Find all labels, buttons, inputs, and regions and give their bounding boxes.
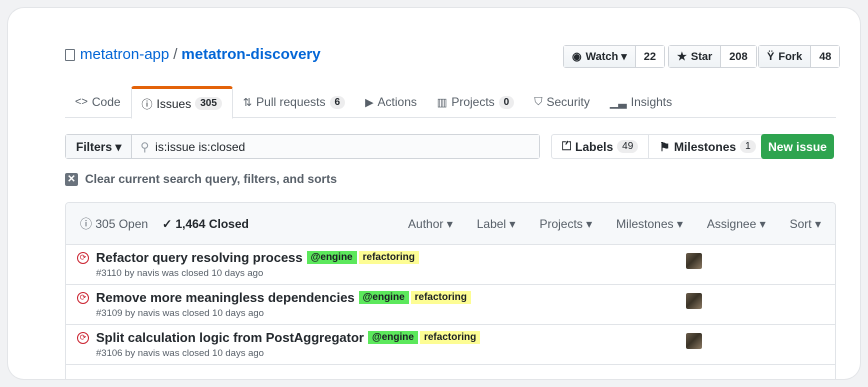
issues-list-header: ⓘ 305 Open ✓ 1,464 Closed Author ▾ Label… [66, 203, 835, 245]
closed-issue-icon: ⟳ [77, 332, 89, 344]
tab-projects[interactable]: ▥ Projects 0 [427, 86, 524, 118]
graph-icon: ▁▃ [609, 96, 627, 109]
pull-request-icon: ⇅ [242, 96, 253, 109]
avatar[interactable] [686, 333, 702, 349]
tag-icon: ⏍ [562, 139, 572, 153]
issue-title[interactable]: Remove more meaningless dependencies [96, 290, 355, 305]
issue-meta: #3110 by navis was closed 10 days ago [96, 268, 264, 279]
repo-header: metatron-app / metatron-discovery [65, 46, 321, 63]
issue-row[interactable]: ⟳ Refactor query resolving process @engin… [66, 245, 835, 285]
milestones-button[interactable]: ⚑ Milestones 1 [649, 135, 765, 158]
star-button[interactable]: ★ Star 208 [668, 45, 757, 68]
sort-filters: Author ▾ Label ▾ Projects ▾ Milestones ▾… [408, 217, 821, 231]
issue-row[interactable]: ⟳ Remove more meaningless dependencies @e… [66, 285, 835, 325]
watch-button[interactable]: ◉ Watch ▾ 22 [563, 45, 666, 68]
author-filter[interactable]: Author ▾ [408, 217, 453, 231]
issue-row[interactable]: ⟳ Split calculation logic from PostAggre… [66, 325, 835, 365]
issue-meta: #3109 by navis was closed 10 days ago [96, 308, 264, 319]
repo-separator: / [173, 46, 178, 63]
fork-button[interactable]: Ÿ Fork 48 [758, 45, 841, 68]
filter-bar: Filters ▾ ⚲ is:issue is:closed [65, 134, 540, 159]
engine-label[interactable]: @engine [358, 291, 409, 304]
issue-icon: ⓘ [141, 98, 153, 111]
tab-pull-requests[interactable]: ⇅ Pull requests 6 [233, 86, 355, 118]
repo-owner-link[interactable]: metatron-app [80, 46, 169, 63]
tab-actions[interactable]: ▶ Actions [355, 86, 427, 118]
repo-card: metatron-app / metatron-discovery ◉ Watch… [8, 8, 860, 379]
repo-nav-tabs: <> Code ⓘ Issues 305 ⇅ Pull requests 6 ▶ Actio… [65, 86, 836, 119]
eye-icon: ◉ [572, 51, 582, 63]
engine-label[interactable]: @engine [306, 251, 357, 264]
shield-icon: ⛉ [534, 95, 543, 108]
labels-button[interactable]: ⏍ Labels 49 [552, 135, 650, 158]
avatar[interactable] [686, 253, 702, 269]
tab-issues[interactable]: ⓘ Issues 305 [130, 86, 233, 119]
issue-title[interactable]: Split calculation logic from PostAggrega… [96, 330, 364, 345]
milestone-icon: ⚑ [659, 139, 671, 154]
refactoring-label[interactable]: refactoring [410, 291, 471, 304]
search-icon: ⚲ [140, 139, 150, 154]
label-filter[interactable]: Label ▾ [477, 217, 516, 231]
fork-count[interactable]: 48 [811, 46, 840, 67]
issues-count: 305 [195, 97, 222, 110]
tab-code[interactable]: <> Code [65, 86, 131, 118]
code-icon: <> [75, 96, 88, 108]
repo-name-link[interactable]: metatron-discovery [181, 46, 320, 63]
play-icon: ▶ [365, 96, 374, 109]
search-input[interactable]: ⚲ is:issue is:closed [132, 135, 539, 158]
star-icon: ★ [677, 51, 687, 63]
search-query: is:issue is:closed [155, 139, 246, 154]
sort-dropdown[interactable]: Sort ▾ [790, 217, 821, 231]
pull-requests-count: 6 [329, 95, 346, 109]
refactoring-label[interactable]: refactoring [358, 251, 419, 264]
clear-filters-link[interactable]: ✕ Clear current search query, filters, a… [65, 172, 337, 186]
tab-insights[interactable]: ▁▃ Insights [600, 86, 682, 118]
open-issues-link[interactable]: ⓘ 305 Open [80, 215, 148, 232]
issues-list: ⓘ 305 Open ✓ 1,464 Closed Author ▾ Label… [65, 202, 836, 379]
filters-dropdown[interactable]: Filters ▾ [66, 135, 133, 158]
project-icon: ▥ [436, 96, 448, 109]
milestones-filter[interactable]: Milestones ▾ [616, 217, 683, 231]
labels-milestones-group: ⏍ Labels 49 ⚑ Milestones 1 [551, 134, 767, 159]
star-count[interactable]: 208 [721, 46, 756, 67]
check-icon: ✓ [162, 216, 176, 231]
projects-filter[interactable]: Projects ▾ [539, 217, 592, 231]
repo-icon [65, 48, 75, 61]
issue-meta: #3106 by navis was closed 10 days ago [96, 348, 264, 359]
closed-issue-icon: ⟳ [77, 252, 89, 264]
issue-title[interactable]: Refactor query resolving process [96, 250, 303, 265]
watch-count[interactable]: 22 [635, 46, 665, 67]
close-icon: ✕ [65, 172, 78, 186]
issue-icon: ⓘ [80, 217, 96, 231]
assignee-filter[interactable]: Assignee ▾ [707, 217, 766, 231]
projects-count: 0 [498, 95, 515, 109]
new-issue-button[interactable]: New issue [761, 134, 834, 159]
tab-security[interactable]: ⛉ Security [524, 86, 600, 118]
refactoring-label[interactable]: refactoring [419, 331, 481, 344]
fork-icon: Ÿ [767, 50, 775, 63]
avatar[interactable] [686, 293, 702, 309]
engine-label[interactable]: @engine [367, 331, 418, 344]
closed-issues-link[interactable]: ✓ 1,464 Closed [162, 217, 249, 231]
closed-issue-icon: ⟳ [77, 292, 89, 304]
